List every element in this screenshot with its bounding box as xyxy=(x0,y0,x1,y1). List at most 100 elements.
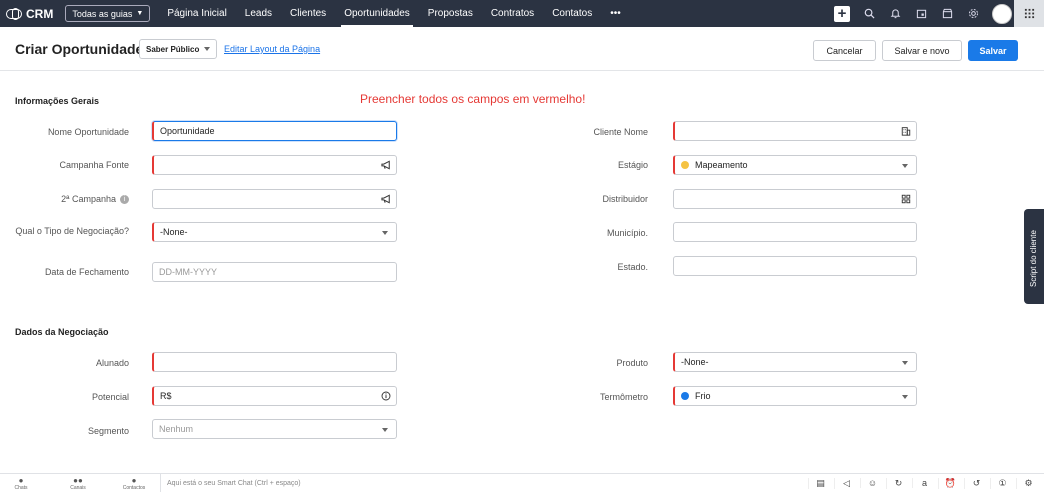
produto-value: -None- xyxy=(681,357,709,367)
chats-label: Chats xyxy=(14,485,28,491)
info-icon[interactable]: i xyxy=(120,195,129,205)
distribuidor-lookup[interactable] xyxy=(673,189,917,209)
section-title-deal: Dados da Negociação xyxy=(15,327,109,337)
create-plus-icon[interactable]: + xyxy=(834,5,850,22)
settings-icon[interactable]: ⚙ xyxy=(1016,477,1040,489)
cancel-button[interactable]: Cancelar xyxy=(813,40,876,61)
label-segunda-campanha: 2ª Campanha i xyxy=(14,194,129,205)
module-nav: Página Inicial Leads Clientes Oportunida… xyxy=(158,0,629,27)
gear-icon[interactable] xyxy=(966,7,980,21)
megaphone-icon[interactable]: ◁ xyxy=(834,477,858,489)
chevron-down-icon xyxy=(204,47,211,51)
campanha-fonte-lookup[interactable] xyxy=(152,155,397,175)
label-estado: Estado. xyxy=(617,262,648,272)
chats-button[interactable]: ● Chats xyxy=(6,476,36,491)
nome-oportunidade-value: Oportunidade xyxy=(160,126,215,136)
tipo-negociacao-select[interactable]: -None- xyxy=(152,222,397,242)
megaphone-icon[interactable] xyxy=(376,156,396,174)
calendar-icon[interactable] xyxy=(914,7,928,21)
nav-leads[interactable]: Leads xyxy=(236,0,281,27)
segunda-campanha-lookup[interactable] xyxy=(152,189,397,209)
client-script-label: Script do cliente xyxy=(1029,230,1038,287)
chevron-down-icon xyxy=(382,231,388,235)
grid-lookup-icon[interactable] xyxy=(896,190,916,208)
layout-select-value: Saber Público xyxy=(146,44,200,54)
translate-icon[interactable]: a xyxy=(912,478,936,488)
channels-button[interactable]: ●● Canais xyxy=(63,476,93,491)
history-icon[interactable]: ↺ xyxy=(964,477,988,489)
label-nome-oportunidade: Nome Oportunidade xyxy=(47,127,129,137)
potencial-currency: R$ xyxy=(160,391,172,401)
apps-grid-icon[interactable] xyxy=(1014,0,1044,27)
required-fields-warning: Preencher todos os campos em vermelho! xyxy=(360,92,586,106)
label-tipo-negociacao: Qual o Tipo de Negociação? xyxy=(15,226,129,236)
client-script-tab[interactable]: Script do cliente xyxy=(1024,209,1044,304)
megaphone-icon[interactable] xyxy=(376,190,396,208)
help-icon[interactable]: ① xyxy=(990,477,1014,489)
all-tabs-label: Todas as guias xyxy=(72,8,133,19)
municipio-input[interactable] xyxy=(673,222,917,242)
label-campanha-fonte: Campanha Fonte xyxy=(59,160,129,170)
top-navigation-bar: CRM Todas as guias ▼ Página Inicial Lead… xyxy=(0,0,1044,27)
label-estagio: Estágio xyxy=(617,160,648,170)
chevron-down-icon xyxy=(382,428,388,432)
data-fechamento-input[interactable]: DD-MM-YYYY xyxy=(152,262,397,282)
save-and-new-button[interactable]: Salvar e novo xyxy=(882,40,962,61)
edit-layout-link[interactable]: Editar Layout da Página xyxy=(224,44,320,54)
crm-logo-icon xyxy=(6,7,22,20)
channels-label: Canais xyxy=(70,485,86,491)
label-municipio: Município. xyxy=(606,228,648,238)
nav-more[interactable]: ••• xyxy=(601,0,630,27)
label-alunado: Alunado xyxy=(95,358,129,368)
label-distribuidor: Distribuidor xyxy=(602,194,648,204)
feedback-icon[interactable]: ☺ xyxy=(860,478,884,488)
notes-icon[interactable]: ▤ xyxy=(808,477,832,489)
contacts-label: Contactos xyxy=(122,485,146,491)
crm-logo[interactable]: CRM xyxy=(6,7,53,21)
top-actions: + xyxy=(834,0,1012,27)
avatar[interactable] xyxy=(992,3,1012,24)
potencial-input[interactable]: R$ xyxy=(152,386,397,406)
nav-contatos[interactable]: Contatos xyxy=(543,0,601,27)
contacts-button[interactable]: ● Contactos xyxy=(119,476,149,491)
chevron-down-icon xyxy=(902,164,908,168)
marketplace-icon[interactable] xyxy=(940,7,954,21)
segmento-placeholder: Nenhum xyxy=(159,424,194,434)
page-title: Criar Oportunidade xyxy=(15,41,144,57)
page-header: Criar Oportunidade Saber Público Editar … xyxy=(0,27,1044,71)
layout-select[interactable]: Saber Público xyxy=(139,39,218,59)
data-fechamento-placeholder: DD-MM-YYYY xyxy=(159,267,217,277)
segunda-campanha-label-text: 2ª Campanha xyxy=(61,194,116,204)
nav-pagina-inicial[interactable]: Página Inicial xyxy=(158,0,235,27)
estado-input[interactable] xyxy=(673,256,917,276)
info-circle-icon[interactable] xyxy=(376,387,396,405)
bell-icon[interactable] xyxy=(888,7,902,21)
alarm-icon[interactable]: ⏰ xyxy=(938,477,962,489)
nav-contratos[interactable]: Contratos xyxy=(482,0,543,27)
termometro-select[interactable]: Frio xyxy=(673,386,917,406)
termometro-status-dot xyxy=(681,392,689,400)
building-icon[interactable] xyxy=(896,122,916,140)
segmento-select[interactable]: Nenhum xyxy=(152,419,397,439)
produto-select[interactable]: -None- xyxy=(673,352,917,372)
chevron-down-icon xyxy=(902,361,908,365)
label-potencial: Potencial xyxy=(91,392,129,402)
smart-chat-input[interactable]: Aqui está o seu Smart Chat (Ctrl + espaç… xyxy=(160,474,301,492)
group-icon: ●● xyxy=(73,476,83,485)
all-tabs-dropdown[interactable]: Todas as guias ▼ xyxy=(65,5,151,22)
zia-icon[interactable]: ↻ xyxy=(886,477,910,489)
chevron-down-icon xyxy=(902,395,908,399)
tipo-negociacao-value: -None- xyxy=(160,227,188,237)
cliente-nome-lookup[interactable] xyxy=(673,121,917,141)
label-segmento: Segmento xyxy=(87,426,129,436)
nome-oportunidade-input[interactable]: Oportunidade xyxy=(152,121,397,141)
estagio-value: Mapeamento xyxy=(695,160,748,170)
nav-clientes[interactable]: Clientes xyxy=(281,0,335,27)
estagio-select[interactable]: Mapeamento xyxy=(673,155,917,175)
search-icon[interactable] xyxy=(862,7,876,21)
label-produto: Produto xyxy=(616,358,648,368)
alunado-input[interactable] xyxy=(152,352,397,372)
save-button[interactable]: Salvar xyxy=(968,40,1018,61)
nav-oportunidades[interactable]: Oportunidades xyxy=(335,0,419,27)
nav-propostas[interactable]: Propostas xyxy=(419,0,482,27)
